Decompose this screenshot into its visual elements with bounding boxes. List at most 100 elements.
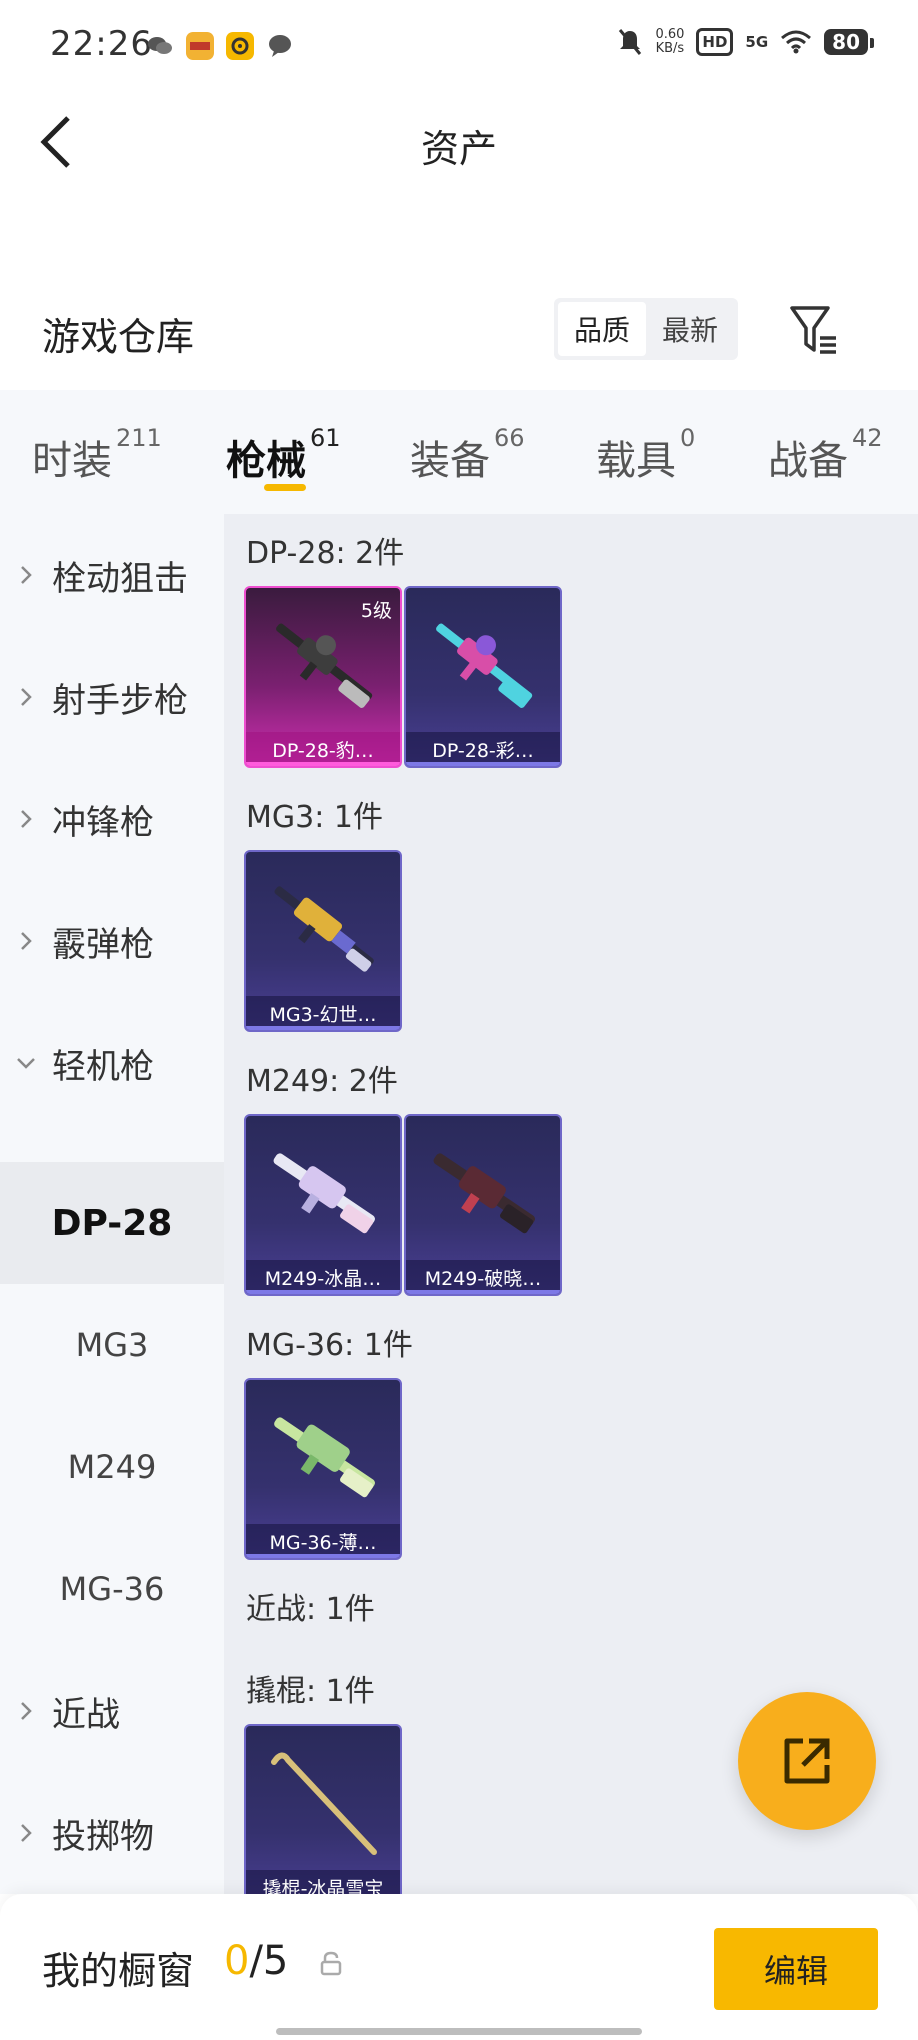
network-speed-value: 0.60 — [655, 27, 685, 42]
status-right: 0.60 KB/s HD 5G 80 — [617, 28, 874, 56]
chevron-right-icon — [0, 930, 52, 952]
tab-count: 61 — [310, 424, 341, 452]
group-label-mg36: MG-36: 1件 — [246, 1328, 413, 1363]
tab-vehicles[interactable]: 载具 0 — [596, 424, 695, 486]
group-label-dp28: DP-28: 2件 — [246, 536, 405, 571]
message-icon — [269, 35, 291, 57]
item-card-mg36-1[interactable]: MG-36-薄… — [244, 1378, 402, 1560]
sidebar-item-marksman-rifle[interactable]: 射手步枪 — [0, 636, 224, 758]
item-card-m249-1[interactable]: M249-冰晶… — [244, 1114, 402, 1296]
sidebar-item-bolt-sniper[interactable]: 栓动狙击 — [0, 514, 224, 636]
chevron-right-icon — [0, 686, 52, 708]
chevron-right-icon — [0, 1700, 52, 1722]
sidebar-item-label: 射手步枪 — [52, 680, 188, 721]
sidebar-subitem-mg36[interactable]: MG-36 — [0, 1528, 224, 1650]
sidebar-subitem-mg3[interactable]: MG3 — [0, 1284, 224, 1406]
notification-icons — [146, 32, 294, 60]
sidebar-item-label: 栓动狙击 — [52, 558, 188, 599]
sidebar-item-label: 冲锋枪 — [52, 802, 154, 843]
hd-badge: HD — [696, 28, 734, 56]
tab-label: 枪械 — [226, 438, 306, 484]
sidebar-item-label: MG-36 — [59, 1570, 165, 1608]
wechat-icon — [148, 37, 172, 54]
category-tabs: 时装 211 枪械 61 装备 66 载具 0 战备 42 — [0, 390, 918, 514]
sidebar-item-shotgun[interactable]: 霰弹枪 — [0, 880, 224, 1002]
tab-fashion[interactable]: 时装 211 — [32, 424, 162, 486]
showcase-bar: 我的橱窗 0/5 编辑 — [0, 1894, 918, 2040]
group-label-mg3: MG3: 1件 — [246, 800, 383, 835]
group-label-crowbar: 撬棍: 1件 — [246, 1674, 375, 1709]
tab-count: 42 — [852, 424, 883, 452]
status-time: 22:26 — [50, 24, 153, 64]
network-speed: 0.60 KB/s — [655, 28, 684, 56]
rarity-bar — [246, 1026, 400, 1030]
tab-label: 载具 — [596, 438, 676, 484]
sidebar-item-label: MG3 — [75, 1326, 149, 1364]
rarity-bar — [406, 762, 560, 766]
game-app-icon — [186, 32, 214, 60]
sidebar-item-label: M249 — [67, 1448, 157, 1486]
share-fab-button[interactable] — [738, 1692, 876, 1830]
sidebar-item-throwables[interactable]: 投掷物 — [0, 1772, 224, 1894]
network-type: 5G — [745, 33, 769, 51]
item-card-dp28-1[interactable]: 5级 DP-28-豹… — [244, 586, 402, 768]
sidebar-subitem-m249[interactable]: M249 — [0, 1406, 224, 1528]
item-list: DP-28: 2件 5级 DP-28-豹… DP-28-彩… MG3: 1件 M… — [224, 514, 918, 1906]
active-tab-indicator — [264, 484, 306, 491]
showcase-label: 我的橱窗 — [42, 1949, 195, 1993]
item-card-mg3-1[interactable]: MG3-幻世… — [244, 850, 402, 1032]
wifi-icon — [781, 30, 812, 54]
tab-label: 装备 — [410, 438, 490, 484]
unlock-icon — [320, 1951, 342, 1976]
group-label-melee: 近战: 1件 — [246, 1592, 375, 1627]
tab-label: 战备 — [768, 438, 848, 484]
sort-newest-button[interactable]: 最新 — [646, 302, 734, 356]
chevron-down-icon — [0, 1056, 52, 1070]
sidebar-item-lmg[interactable]: 轻机枪 — [0, 1002, 224, 1124]
lmg-skin-image — [433, 1153, 536, 1234]
rarity-bar — [406, 1290, 560, 1294]
sidebar-subitem-dp28[interactable]: DP-28 — [0, 1162, 224, 1284]
item-name: M249-冰晶… — [246, 1260, 400, 1294]
item-card-dp28-2[interactable]: DP-28-彩… — [404, 586, 562, 768]
tab-count: 211 — [116, 424, 162, 452]
tab-firearms[interactable]: 枪械 61 — [226, 424, 341, 486]
chevron-right-icon — [0, 1822, 52, 1844]
item-card-m249-2[interactable]: M249-破晓… — [404, 1114, 562, 1296]
share-external-icon — [784, 1738, 830, 1784]
battery-indicator: 80 — [824, 29, 874, 55]
tab-supplies[interactable]: 战备 42 — [768, 424, 883, 486]
target-app-icon — [226, 32, 254, 60]
network-speed-unit: KB/s — [655, 41, 685, 56]
tab-count: 66 — [494, 424, 525, 452]
lmg-skin-image — [274, 1417, 376, 1498]
item-name: MG3-幻世… — [246, 996, 400, 1030]
chevron-right-icon — [0, 808, 52, 830]
sidebar-item-smg[interactable]: 冲锋枪 — [0, 758, 224, 880]
tab-equipment[interactable]: 装备 66 — [410, 424, 525, 486]
showcase-count: 0/5 — [224, 1938, 288, 1984]
item-card-crowbar-1[interactable]: 撬棍-冰晶雪宝 — [244, 1724, 402, 1906]
warehouse-title: 游戏仓库 — [42, 315, 195, 359]
showcase-total: /5 — [249, 1938, 289, 1984]
home-indicator[interactable] — [276, 2028, 642, 2035]
edit-button[interactable]: 编辑 — [714, 1928, 878, 2010]
lmg-skin-image — [273, 1153, 376, 1234]
sort-quality-button[interactable]: 品质 — [558, 302, 646, 356]
status-bar: 22:26 0.60 KB/s HD 5G 80 — [0, 0, 918, 90]
lmg-skin-image — [274, 886, 374, 972]
tab-count: 0 — [680, 424, 696, 452]
sidebar-item-melee[interactable]: 近战 — [0, 1650, 224, 1772]
sidebar-item-label: 轻机枪 — [52, 1046, 154, 1087]
mute-bell-icon — [619, 29, 642, 55]
filter-icon[interactable] — [786, 302, 842, 358]
tab-label: 时装 — [32, 438, 112, 484]
chevron-right-icon — [0, 564, 52, 586]
rarity-bar — [246, 762, 400, 766]
item-name: M249-破晓… — [406, 1260, 560, 1294]
sidebar-item-label: 霰弹枪 — [52, 924, 154, 965]
weapon-type-sidebar: 栓动狙击 射手步枪 冲锋枪 霰弹枪 轻机枪 DP-28 MG3 M249 MG-… — [0, 514, 224, 1894]
item-name: DP-28-彩… — [406, 732, 560, 766]
sort-segmented-control: 品质 最新 — [554, 298, 738, 360]
crowbar-skin-image — [271, 1752, 377, 1855]
